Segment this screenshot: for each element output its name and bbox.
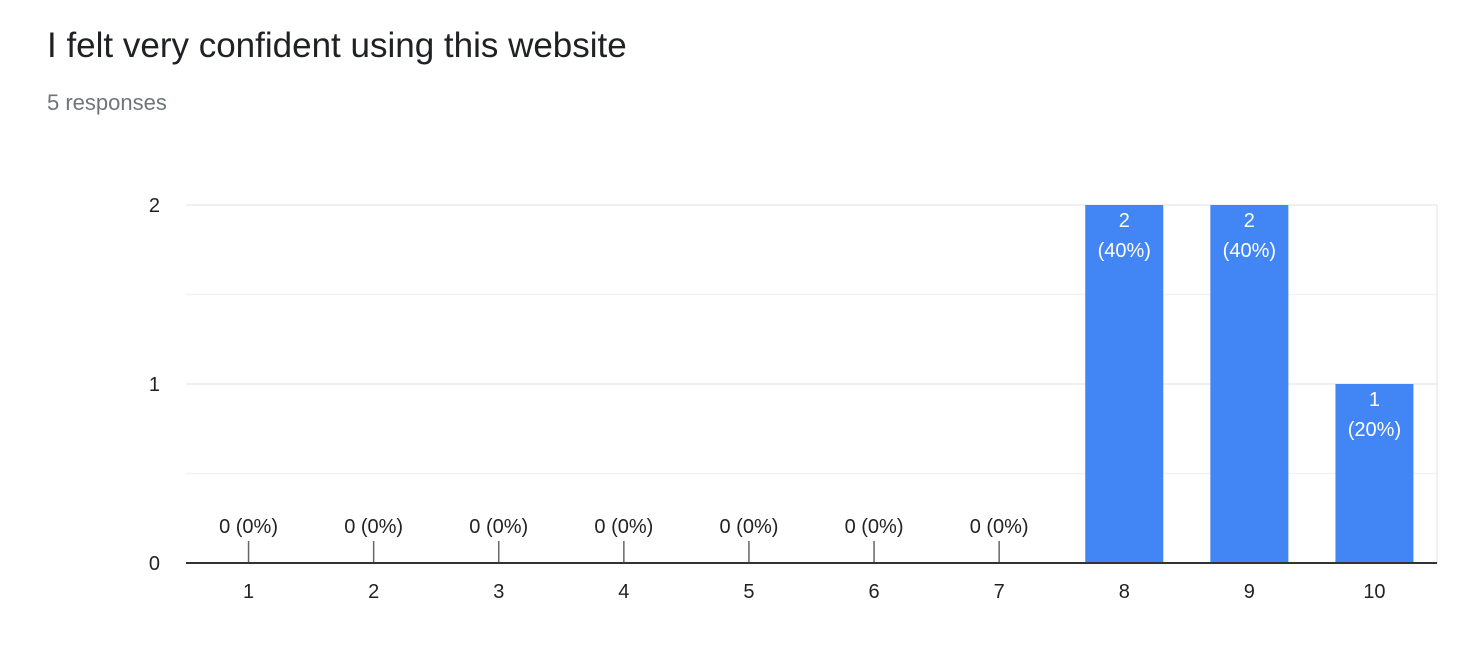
- x-tick-label: 6: [868, 581, 879, 603]
- data-label: 0 (0%): [344, 516, 403, 538]
- data-label-value: 2: [1119, 210, 1130, 232]
- y-tick-label: 2: [149, 195, 160, 217]
- x-tick-label: 3: [493, 581, 504, 603]
- x-tick-label: 5: [743, 581, 754, 603]
- data-label-percent: (40%): [1098, 240, 1151, 262]
- x-tick-label: 1: [243, 581, 254, 603]
- x-tick-label: 10: [1363, 581, 1385, 603]
- x-tick-label: 8: [1119, 581, 1130, 603]
- y-tick-label: 0: [149, 553, 160, 575]
- data-label: 0 (0%): [970, 516, 1029, 538]
- x-tick-label: 4: [618, 581, 629, 603]
- data-label-percent: (20%): [1348, 419, 1401, 441]
- x-tick-label: 7: [994, 581, 1005, 603]
- data-label-percent: (40%): [1223, 240, 1276, 262]
- y-tick-label: 1: [149, 374, 160, 396]
- x-tick-label: 2: [368, 581, 379, 603]
- data-label: 0 (0%): [719, 516, 778, 538]
- data-label: 0 (0%): [219, 516, 278, 538]
- data-label: 0 (0%): [594, 516, 653, 538]
- data-label: 0 (0%): [845, 516, 904, 538]
- data-label-value: 1: [1369, 389, 1380, 411]
- bar-chart: 0 1 2 1 2 3 4 5 6 7 8 9 10 0 (0%) 0 (0%) 0 (0%) 0 (0%) 0…: [149, 195, 1438, 603]
- data-label: 0 (0%): [469, 516, 528, 538]
- x-tick-label: 9: [1244, 581, 1255, 603]
- data-label-value: 2: [1244, 210, 1255, 232]
